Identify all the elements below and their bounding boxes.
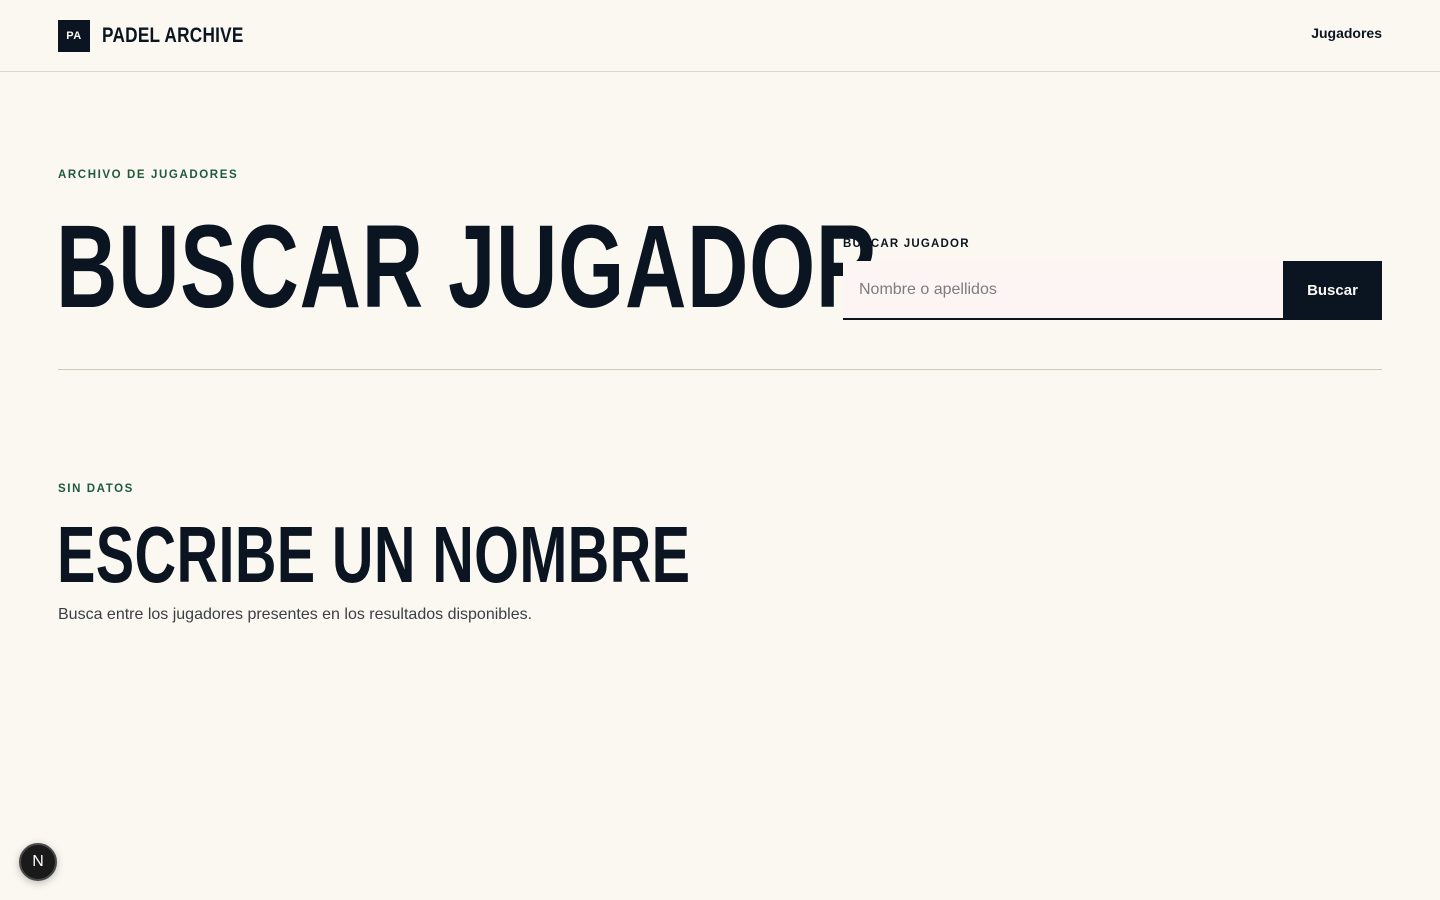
search-form: BUSCAR JUGADOR Buscar (843, 238, 1382, 320)
nav-link-jugadores[interactable]: Jugadores (1311, 25, 1382, 41)
brand-mark: PA (58, 20, 90, 52)
brand-name: PADEL ARCHIVE (102, 24, 244, 47)
hero-eyebrow: ARCHIVO DE JUGADORES (58, 169, 239, 181)
search-button[interactable]: Buscar (1283, 261, 1382, 320)
empty-state-description: Busca entre los jugadores presentes en l… (58, 606, 533, 623)
next-logo-icon: N (32, 853, 44, 870)
page-title: BUSCAR JUGADOR (56, 201, 878, 333)
search-input[interactable] (843, 261, 1283, 320)
search-label: BUSCAR JUGADOR (843, 238, 970, 250)
section-divider (58, 369, 1382, 370)
brand-logo-link[interactable]: PA PADEL ARCHIVE (58, 20, 275, 52)
empty-state-eyebrow: SIN DATOS (58, 483, 134, 495)
search-row: Buscar (843, 261, 1382, 320)
dev-tools-badge[interactable]: N (19, 843, 57, 881)
empty-state-title: ESCRIBE UN NOMBRE (57, 510, 691, 599)
top-bar: PA PADEL ARCHIVE Jugadores (0, 0, 1440, 72)
